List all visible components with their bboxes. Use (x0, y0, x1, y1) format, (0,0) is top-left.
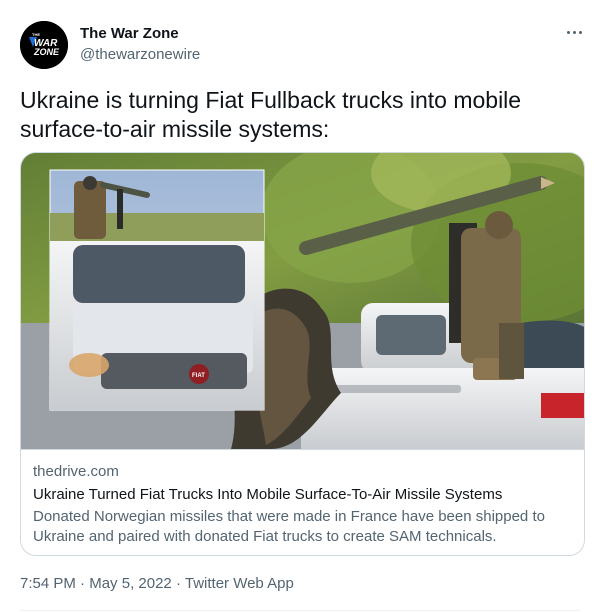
svg-text:ZONE: ZONE (33, 47, 60, 57)
author-display-name[interactable]: The War Zone (80, 25, 179, 42)
tweet-date[interactable]: May 5, 2022 (89, 575, 172, 592)
tweet-meta: 7:54 PM · May 5, 2022 · Twitter Web App (20, 575, 294, 592)
divider (20, 610, 580, 611)
tweet-time[interactable]: 7:54 PM (20, 575, 76, 592)
meta-separator: · (175, 575, 181, 592)
svg-text:THE: THE (32, 32, 40, 37)
link-card[interactable]: FIAT thedrive.com Ukraine Turned Fiat Tr… (20, 152, 585, 556)
card-description: Donated Norwegian missiles that were mad… (33, 508, 545, 545)
card-body: thedrive.com Ukraine Turned Fiat Trucks … (21, 450, 584, 547)
card-title: Ukraine Turned Fiat Trucks Into Mobile S… (33, 486, 503, 503)
author-handle[interactable]: @thewarzonewire (80, 46, 200, 63)
tweet-source[interactable]: Twitter Web App (185, 575, 294, 592)
card-image-badge: FIAT (192, 373, 205, 379)
avatar[interactable]: THE WAR ZONE (20, 21, 68, 69)
more-options-icon[interactable] (562, 22, 586, 42)
meta-separator: · (80, 575, 86, 592)
tweet: THE WAR ZONE The War Zone @thewarzonewir… (0, 0, 600, 612)
tweet-text: Ukraine is turning Fiat Fullback trucks … (20, 87, 522, 142)
card-image: FIAT (21, 153, 584, 450)
war-zone-logo-icon: THE WAR ZONE (20, 21, 68, 69)
card-domain: thedrive.com (33, 463, 119, 480)
